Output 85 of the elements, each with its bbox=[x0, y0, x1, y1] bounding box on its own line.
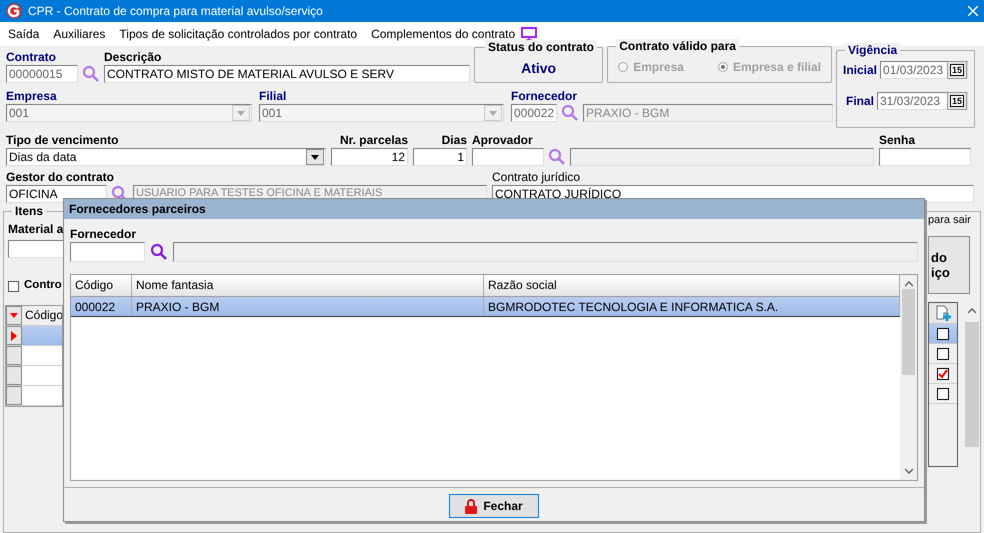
menu-item[interactable]: Saída bbox=[8, 27, 40, 41]
group-title: Contrato válido para bbox=[616, 39, 739, 53]
row-header[interactable] bbox=[6, 366, 22, 385]
table-cell[interactable] bbox=[22, 326, 62, 345]
scroll-up-icon[interactable] bbox=[904, 281, 912, 287]
table-cell[interactable] bbox=[22, 366, 62, 385]
dialog-title: Fornecedores parceiros bbox=[64, 199, 924, 219]
table-cell[interactable] bbox=[22, 386, 62, 405]
menu-item[interactable]: Complementos do contrato bbox=[371, 27, 538, 41]
padlock-icon bbox=[465, 498, 478, 514]
field-label: Contrato bbox=[6, 50, 57, 65]
field-label: Gestor do contrato bbox=[6, 170, 116, 185]
supplier-name-field: PRAXIO - BGM bbox=[583, 104, 833, 122]
table-row[interactable]: 000022 PRAXIO - BGM BGMRODOTEC TECNOLOGIA E INFORMATICA S.A. bbox=[71, 297, 900, 317]
caret-icon bbox=[10, 313, 18, 318]
caret-icon bbox=[311, 154, 319, 160]
search-icon[interactable] bbox=[548, 148, 566, 166]
field-label: Material a bbox=[8, 222, 64, 237]
row-header[interactable] bbox=[6, 346, 22, 365]
menu-item[interactable]: Tipos de solicitação controlados por contrato bbox=[119, 27, 358, 41]
table-cell: PRAXIO - BGM bbox=[132, 297, 484, 316]
action-button[interactable]: do iço bbox=[928, 236, 970, 294]
installments-field[interactable]: 12 bbox=[331, 148, 408, 166]
days-field[interactable]: 1 bbox=[413, 148, 467, 166]
checkbox-label: Contro bbox=[24, 279, 62, 293]
field-label: Fornecedor bbox=[511, 89, 578, 104]
window-title: CPR - Contrato de compra para material avulso/serviço bbox=[28, 4, 324, 18]
caret-icon bbox=[237, 110, 245, 116]
calendar-button[interactable]: 15 bbox=[947, 92, 967, 110]
field-label: Senha bbox=[879, 133, 916, 148]
field-label: Descrição bbox=[104, 50, 162, 65]
field-label: Final bbox=[846, 94, 874, 108]
checkbox[interactable] bbox=[937, 348, 949, 360]
hint-text: para sair bbox=[928, 214, 971, 226]
checkbox[interactable] bbox=[937, 388, 949, 400]
row-header[interactable] bbox=[6, 386, 22, 405]
group-title: Status do contrato bbox=[485, 40, 598, 54]
table-cell[interactable] bbox=[22, 346, 62, 365]
calendar-button[interactable]: 15 bbox=[947, 61, 967, 79]
checkbox[interactable] bbox=[8, 281, 19, 292]
row-header[interactable] bbox=[6, 326, 22, 345]
close-button[interactable]: Fechar bbox=[449, 494, 539, 518]
field-label: Filial bbox=[259, 89, 288, 104]
monitor-icon bbox=[521, 27, 538, 41]
due-type-dropdown[interactable]: Dias da data bbox=[6, 148, 326, 166]
supplier-code-field[interactable]: 000022 bbox=[511, 104, 557, 122]
field-label: Fornecedor bbox=[70, 227, 138, 242]
app-logo-icon bbox=[6, 3, 22, 19]
search-icon[interactable] bbox=[150, 243, 168, 261]
group-title: Itens bbox=[12, 204, 46, 218]
company-dropdown[interactable]: 001 bbox=[6, 104, 252, 122]
dropdown-button[interactable] bbox=[306, 149, 324, 165]
field-label: Contrato jurídico bbox=[492, 170, 582, 185]
sort-indicator[interactable] bbox=[6, 306, 22, 325]
branch-dropdown[interactable]: 001 bbox=[259, 104, 504, 122]
field-label: Inicial bbox=[843, 62, 878, 78]
checkbox[interactable] bbox=[937, 368, 949, 380]
scroll-down-icon[interactable] bbox=[904, 468, 912, 474]
menu-item[interactable]: Auxiliares bbox=[53, 27, 106, 41]
field-label: Nr. parcelas bbox=[340, 133, 408, 148]
current-row-icon bbox=[11, 330, 17, 340]
search-icon[interactable] bbox=[82, 65, 100, 83]
add-document-icon[interactable] bbox=[935, 305, 951, 321]
scroll-up-icon[interactable] bbox=[968, 308, 976, 314]
status-value: Ativo bbox=[520, 60, 558, 76]
approver-field[interactable] bbox=[472, 148, 544, 166]
password-field[interactable] bbox=[879, 148, 971, 166]
description-field[interactable]: CONTRATO MISTO DE MATERIAL AVULSO E SERV bbox=[104, 65, 470, 83]
checkbox[interactable] bbox=[937, 328, 949, 340]
column-header[interactable]: Nome fantasia bbox=[132, 275, 484, 296]
date-field[interactable]: 01/03/2023 15 bbox=[880, 61, 968, 79]
field-label: Tipo de vencimento bbox=[6, 133, 120, 148]
close-icon[interactable] bbox=[968, 6, 978, 16]
supplier-code-field[interactable] bbox=[70, 242, 145, 262]
group-title: Vigência bbox=[845, 43, 900, 57]
field-label: Aprovador bbox=[472, 133, 534, 148]
table-cell: 000022 bbox=[71, 297, 132, 316]
caret-icon bbox=[489, 110, 497, 116]
search-icon[interactable] bbox=[561, 104, 579, 122]
scrollbar[interactable] bbox=[900, 275, 917, 480]
column-header[interactable]: Código bbox=[71, 275, 132, 296]
field-label: Dias bbox=[442, 133, 467, 148]
field-label: Empresa bbox=[6, 89, 58, 104]
date-field[interactable]: 31/03/2023 15 bbox=[877, 92, 968, 110]
contract-number-field[interactable]: 00000015 bbox=[6, 65, 78, 83]
